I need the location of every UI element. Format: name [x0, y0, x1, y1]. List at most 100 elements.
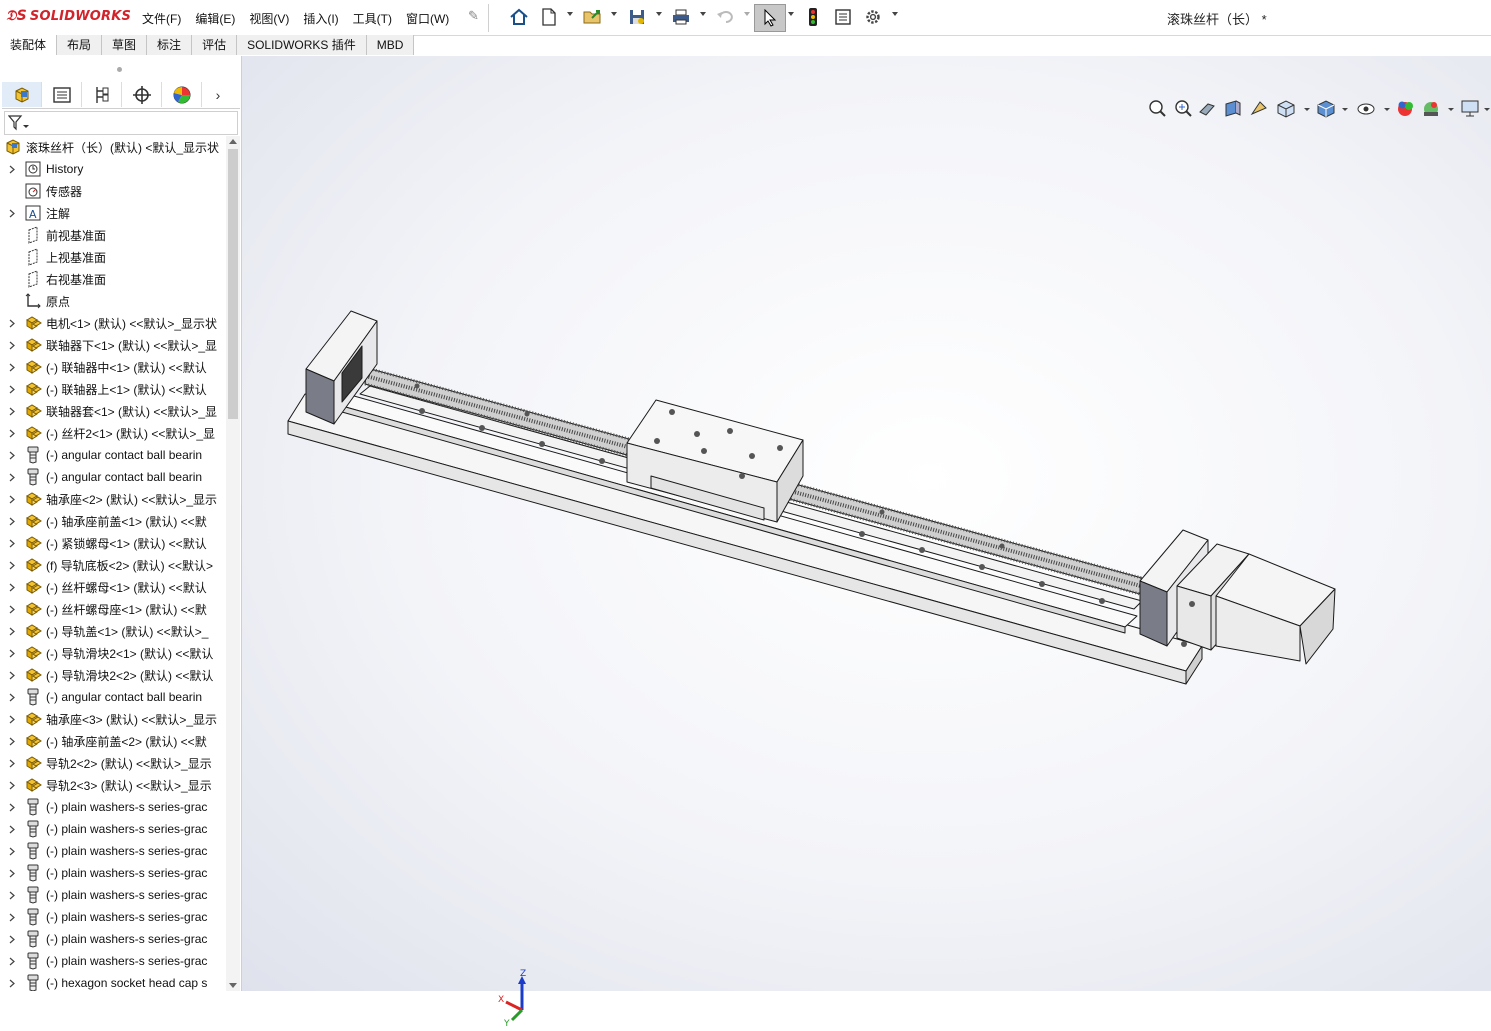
expand-arrow-icon[interactable] [6, 847, 18, 856]
menu-tools[interactable]: 工具(T) [353, 10, 392, 27]
select-dropdown-icon[interactable] [788, 12, 794, 16]
property-manager-tab-icon[interactable] [42, 82, 82, 107]
save-dropdown-icon[interactable] [656, 12, 662, 16]
feature-manager-tab-icon[interactable] [2, 82, 42, 107]
filter-icon[interactable] [8, 115, 30, 131]
menu-file[interactable]: 文件(F) [142, 10, 181, 27]
tree-item[interactable]: 联轴器套<1> (默认) <<默认>_显 [0, 400, 226, 422]
expand-arrow-icon[interactable] [6, 627, 18, 636]
expand-arrow-icon[interactable] [6, 605, 18, 614]
expand-arrow-icon[interactable] [6, 451, 18, 460]
tree-item[interactable]: (-) plain washers-s series-grac [0, 884, 226, 906]
save-icon[interactable] [626, 6, 648, 28]
tree-item[interactable]: (-) plain washers-s series-grac [0, 950, 226, 972]
expand-arrow-icon[interactable] [6, 407, 18, 416]
tree-item[interactable]: (-) plain washers-s series-grac [0, 840, 226, 862]
expand-arrow-icon[interactable] [6, 693, 18, 702]
select-pointer-icon[interactable] [754, 4, 786, 32]
expand-arrow-icon[interactable] [6, 319, 18, 328]
tree-item[interactable]: 轴承座<2> (默认) <<默认>_显示 [0, 488, 226, 510]
solidworks-logo[interactable]: 𝔇S SOLIDWORKS [6, 8, 131, 24]
options-gear-icon[interactable] [862, 6, 884, 28]
expand-arrow-icon[interactable] [6, 649, 18, 658]
expand-arrow-icon[interactable] [6, 781, 18, 790]
tree-item[interactable]: 电机<1> (默认) <<默认>_显示状 [0, 312, 226, 334]
expand-arrow-icon[interactable] [6, 517, 18, 526]
print-icon[interactable] [670, 6, 692, 28]
expand-arrow-icon[interactable] [6, 825, 18, 834]
tree-item[interactable]: 前视基准面 [0, 224, 226, 246]
print-dropdown-icon[interactable] [700, 12, 706, 16]
file-properties-icon[interactable] [832, 6, 854, 28]
tree-item[interactable]: (-) 丝杆螺母<1> (默认) <<默认 [0, 576, 226, 598]
home-icon[interactable] [508, 6, 530, 28]
expand-arrow-icon[interactable] [6, 803, 18, 812]
menu-insert[interactable]: 插入(I) [303, 10, 338, 27]
panel-grip[interactable] [117, 67, 122, 72]
expand-arrow-icon[interactable] [6, 429, 18, 438]
tree-item[interactable]: (-) 丝杆2<1> (默认) <<默认>_显 [0, 422, 226, 444]
tab-markup[interactable]: 标注 [147, 35, 193, 55]
tree-scrollbar[interactable] [226, 136, 240, 991]
tree-item[interactable]: (-) 紧锁螺母<1> (默认) <<默认 [0, 532, 226, 554]
expand-arrow-icon[interactable] [6, 473, 18, 482]
tree-item[interactable]: (-) 联轴器中<1> (默认) <<默认 [0, 356, 226, 378]
display-manager-tab-icon[interactable] [162, 82, 202, 107]
tab-layout[interactable]: 布局 [57, 35, 103, 55]
expand-arrow-icon[interactable] [6, 671, 18, 680]
expand-arrow-icon[interactable] [6, 957, 18, 966]
tree-item[interactable]: (-) 丝杆螺母座<1> (默认) <<默 [0, 598, 226, 620]
menu-edit[interactable]: 编辑(E) [195, 10, 235, 27]
menu-view[interactable]: 视图(V) [249, 10, 289, 27]
pin-icon[interactable]: ✎ [468, 8, 479, 24]
tree-item[interactable]: (-) 轴承座前盖<2> (默认) <<默 [0, 730, 226, 752]
menu-window[interactable]: 窗口(W) [406, 10, 449, 27]
open-dropdown-icon[interactable] [611, 12, 617, 16]
tree-item[interactable]: 导轨2<3> (默认) <<默认>_显示 [0, 774, 226, 796]
tree-filter[interactable] [4, 111, 238, 135]
tab-mbd[interactable]: MBD [366, 35, 415, 55]
panel-tabs-more-icon[interactable]: › [202, 82, 234, 107]
tree-item[interactable]: 上视基准面 [0, 246, 226, 268]
expand-arrow-icon[interactable] [6, 341, 18, 350]
expand-arrow-icon[interactable] [6, 759, 18, 768]
tree-item[interactable]: (-) plain washers-s series-grac [0, 906, 226, 928]
expand-arrow-icon[interactable] [6, 583, 18, 592]
scroll-thumb[interactable] [228, 149, 238, 419]
tree-item[interactable]: A 注解 [0, 202, 226, 224]
tab-sketch[interactable]: 草图 [102, 35, 148, 55]
assembly-model[interactable] [242, 56, 1491, 991]
open-icon[interactable] [582, 6, 604, 28]
new-dropdown-icon[interactable] [567, 12, 573, 16]
tree-item[interactable]: 原点 [0, 290, 226, 312]
new-document-icon[interactable] [538, 6, 560, 28]
tree-root[interactable]: 滚珠丝杆（长）(默认) <默认_显示状 [0, 136, 226, 158]
tree-item[interactable]: (-) 导轨滑块2<1> (默认) <<默认 [0, 642, 226, 664]
expand-arrow-icon[interactable] [6, 715, 18, 724]
expand-arrow-icon[interactable] [6, 891, 18, 900]
tree-item[interactable]: (-) plain washers-s series-grac [0, 862, 226, 884]
expand-arrow-icon[interactable] [6, 165, 18, 174]
expand-arrow-icon[interactable] [6, 385, 18, 394]
tree-item[interactable]: (-) 导轨滑块2<2> (默认) <<默认 [0, 664, 226, 686]
expand-arrow-icon[interactable] [6, 209, 18, 218]
tab-evaluate[interactable]: 评估 [192, 35, 238, 55]
expand-arrow-icon[interactable] [6, 539, 18, 548]
tree-item[interactable]: (-) angular contact ball bearin [0, 686, 226, 708]
configuration-manager-tab-icon[interactable] [82, 82, 122, 107]
tree-item[interactable]: 联轴器下<1> (默认) <<默认>_显 [0, 334, 226, 356]
tab-addins[interactable]: SOLIDWORKS 插件 [237, 35, 367, 55]
tree-item[interactable]: 轴承座<3> (默认) <<默认>_显示 [0, 708, 226, 730]
tree-item[interactable]: (-) plain washers-s series-grac [0, 796, 226, 818]
expand-arrow-icon[interactable] [6, 495, 18, 504]
tree-item[interactable]: 右视基准面 [0, 268, 226, 290]
expand-arrow-icon[interactable] [6, 979, 18, 988]
tree-item[interactable]: (-) angular contact ball bearin [0, 466, 226, 488]
expand-arrow-icon[interactable] [6, 935, 18, 944]
tree-item[interactable]: (f) 导轨底板<2> (默认) <<默认> [0, 554, 226, 576]
expand-arrow-icon[interactable] [6, 869, 18, 878]
undo-icon[interactable] [714, 6, 736, 28]
tree-item[interactable]: (-) hexagon socket head cap s [0, 972, 226, 991]
tree-item[interactable]: History [0, 158, 226, 180]
tree-item[interactable]: 导轨2<2> (默认) <<默认>_显示 [0, 752, 226, 774]
